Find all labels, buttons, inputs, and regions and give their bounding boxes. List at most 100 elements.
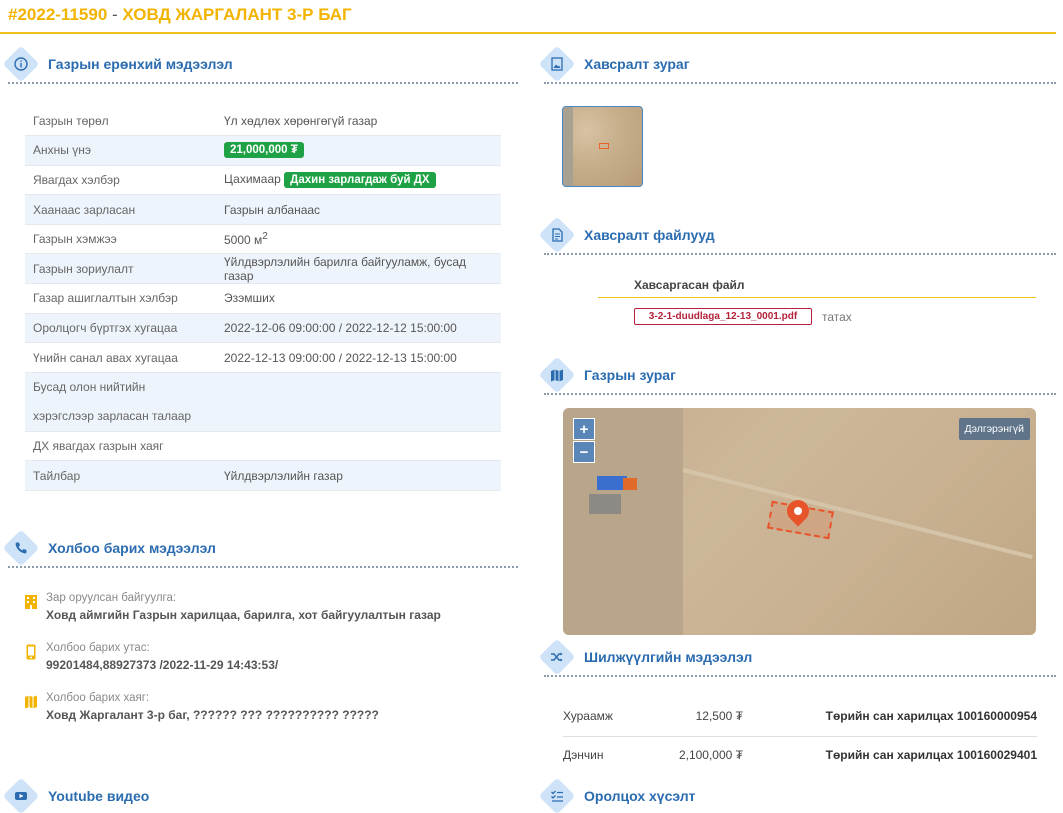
contact-org-label: Зар оруулсан байгуулга: — [46, 592, 177, 604]
transfer-row: Хураамж 12,500 ₮ Төрийн сан харилцах 100… — [563, 698, 1037, 736]
section-title: Хавсралт файлууд — [584, 227, 715, 243]
zoom-out-button[interactable]: − — [573, 441, 595, 463]
unit-superscript: 2 — [262, 231, 268, 243]
transfer-amount: 2,100,000 ₮ — [678, 748, 743, 762]
row-key: Газрын төрөл — [25, 106, 216, 137]
mobile-icon — [26, 644, 36, 660]
table-row: Газар ашиглалтын хэлбэр Эзэмших — [25, 283, 501, 314]
section-divider — [8, 566, 518, 568]
land-map[interactable]: + − Дэлгэрэнгүй — [563, 408, 1036, 635]
section-title: Шилжүүлгийн мэдээлэл — [584, 649, 753, 665]
table-row: Оролцогч бүртгэх хугацаа 2022-12-06 09:0… — [25, 313, 501, 344]
section-divider — [544, 253, 1056, 255]
row-key: Тайлбар — [25, 460, 216, 492]
table-row: Хаанаас зарласан Газрын албанаас — [25, 194, 501, 225]
row-value: Цахимаар — [224, 171, 281, 186]
table-row: Анхны үнэ 21,000,000 ₮ — [25, 135, 501, 166]
title-divider — [0, 32, 1056, 34]
transfer-account: Төрийн сан харилцах 100160029401 — [825, 748, 1037, 762]
page-title: #2022-11590 - ХОВД ЖАРГАЛАНТ 3-Р БАГ — [8, 5, 352, 25]
row-value: 5000 м — [224, 233, 263, 248]
row-key: Явагдах хэлбэр — [25, 165, 216, 196]
zoom-in-button[interactable]: + — [573, 418, 595, 440]
building-icon — [25, 595, 37, 609]
shuffle-icon — [538, 638, 576, 676]
file-link[interactable]: 3-2-1-duudlaga_12-13_0001.pdf — [634, 308, 812, 325]
checklist-icon — [538, 777, 576, 813]
map-icon — [25, 695, 37, 709]
transfer-amount: 12,500 ₮ — [695, 709, 743, 723]
files-column-header: Хавсаргасан файл — [634, 278, 745, 292]
row-key: Бусад олон нийтийн хэрэгслээр зарласан т… — [25, 372, 216, 432]
section-title: Youtube видео — [48, 788, 150, 804]
table-row: Газрын төрөл Үл хөдлөх хөрөнгөгүй газар — [25, 106, 501, 137]
row-key: Үнийн санал авах хугацаа — [25, 342, 216, 373]
listing-id: #2022-11590 — [8, 5, 108, 24]
transfer-account: Төрийн сан харилцах 100160000954 — [825, 709, 1037, 723]
contact-phone-label: Холбоо барих утас: — [46, 642, 150, 654]
row-key: Анхны үнэ — [25, 135, 216, 166]
row-key: Газрын зориулалт — [25, 253, 216, 285]
section-divider — [544, 675, 1056, 677]
row-value: 2022-12-13 09:00:00 / 2022-12-13 15:00:0… — [216, 342, 501, 373]
section-contact: Холбоо барих мэдээлэл — [0, 529, 216, 567]
listing-title: ХОВД ЖАРГАЛАНТ 3-Р БАГ — [122, 5, 352, 24]
section-participation-request: Оролцох хүсэлт — [536, 777, 696, 813]
row-key: Газар ашиглалтын хэлбэр — [25, 283, 216, 314]
table-row: Тайлбар Үйлдвэрлэлийн газар — [25, 460, 501, 492]
table-row: Явагдах хэлбэр Цахимаар Дахин зарлагдаж … — [25, 165, 501, 196]
section-divider — [544, 82, 1056, 84]
transfer-name: Хураамж — [563, 709, 613, 723]
contact-address-label: Холбоо барих хаяг: — [46, 692, 150, 704]
row-key: Газрын хэмжээ — [25, 224, 216, 255]
section-title: Газрын зураг — [584, 367, 676, 383]
section-attached-files: Хавсралт файлууд — [536, 216, 715, 254]
row-value: Газрын албанаас — [216, 194, 501, 225]
title-separator: - — [107, 5, 123, 24]
row-value — [216, 431, 501, 462]
info-icon — [2, 45, 40, 83]
file-icon — [538, 216, 576, 254]
section-general-info: Газрын ерөнхий мэдээлэл — [0, 45, 233, 83]
price-badge: 21,000,000 ₮ — [224, 142, 304, 159]
row-value — [216, 372, 501, 432]
table-row: Газрын хэмжээ 5000 м2 — [25, 224, 501, 255]
map-detail-button[interactable]: Дэлгэрэнгүй — [958, 418, 1030, 440]
section-divider — [544, 393, 1056, 395]
section-divider — [8, 82, 518, 84]
row-value: Үйлдвэрлэлийн барилга байгууламж, бусад … — [216, 253, 501, 285]
download-link[interactable]: татах — [822, 310, 852, 324]
phone-icon — [2, 529, 40, 567]
row-value: Үйлдвэрлэлийн газар — [216, 460, 501, 492]
section-land-map: Газрын зураг — [536, 356, 676, 394]
section-title: Хавсралт зураг — [584, 56, 690, 72]
row-value: Эзэмших — [216, 283, 501, 314]
table-row: ДХ явагдах газрын хаяг — [25, 431, 501, 462]
table-row: Үнийн санал авах хугацаа 2022-12-13 09:0… — [25, 342, 501, 373]
status-badge: Дахин зарлагдаж буй ДХ — [284, 171, 436, 188]
files-table-header: Хавсаргасан файл — [598, 272, 1036, 298]
section-title: Газрын ерөнхий мэдээлэл — [48, 56, 233, 72]
section-transfer: Шилжүүлгийн мэдээлэл — [536, 638, 753, 676]
youtube-icon — [2, 777, 40, 813]
section-attached-image: Хавсралт зураг — [536, 45, 690, 83]
row-value: 2022-12-06 09:00:00 / 2022-12-12 15:00:0… — [216, 313, 501, 344]
table-row: Газрын зориулалт Үйлдвэрлэлийн барилга б… — [25, 253, 501, 285]
contact-phone-value: 99201484,88927373 /2022-11-29 14:43:53/ — [46, 658, 279, 672]
attached-image-thumbnail[interactable] — [562, 106, 643, 187]
image-icon — [538, 45, 576, 83]
row-key: ДХ явагдах газрын хаяг — [25, 431, 216, 462]
transfer-row: Дэнчин 2,100,000 ₮ Төрийн сан харилцах 1… — [563, 737, 1037, 775]
table-row: Бусад олон нийтийн хэрэгслээр зарласан т… — [25, 372, 501, 432]
map-icon — [538, 356, 576, 394]
section-title: Холбоо барих мэдээлэл — [48, 540, 216, 556]
row-value: Үл хөдлөх хөрөнгөгүй газар — [216, 106, 501, 137]
contact-org-value: Ховд аймгийн Газрын харилцаа, барилга, х… — [46, 608, 441, 622]
row-key: Хаанаас зарласан — [25, 194, 216, 225]
section-title: Оролцох хүсэлт — [584, 788, 696, 804]
section-youtube: Youtube видео — [0, 777, 150, 813]
general-info-table: Газрын төрөл Үл хөдлөх хөрөнгөгүй газар … — [25, 106, 501, 492]
row-key: Оролцогч бүртгэх хугацаа — [25, 313, 216, 344]
contact-address-value: Ховд Жаргалант 3-р баг, ?????? ??? ?????… — [46, 708, 379, 722]
transfer-name: Дэнчин — [563, 748, 604, 762]
